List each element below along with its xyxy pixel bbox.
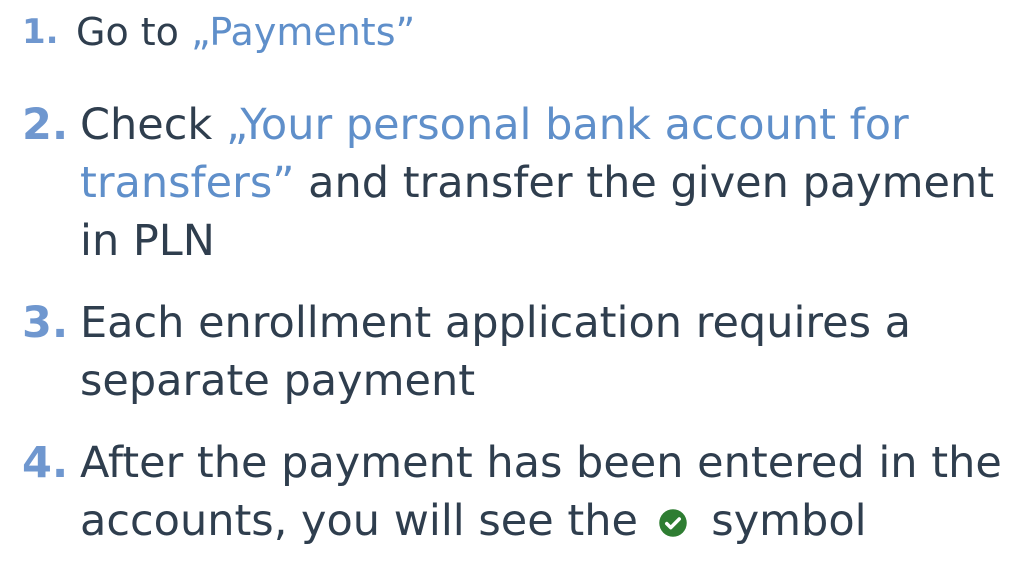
- step-number: 2.: [22, 100, 69, 150]
- step-text: Check „Your personal bank account for tr…: [80, 96, 1033, 270]
- step-number: 4.: [22, 438, 69, 488]
- payments-reference: „Payments”: [191, 10, 416, 54]
- step-2: 2. Check „Your personal bank account for…: [22, 96, 1033, 270]
- step-text: After the payment has been entered in th…: [80, 434, 1033, 550]
- step-1: 1. Go to „Payments”: [22, 4, 1033, 64]
- step-4: 4. After the payment has been entered in…: [22, 434, 1033, 550]
- step-number: 1.: [22, 12, 59, 52]
- step-text: Each enrollment application requires a s…: [80, 298, 912, 406]
- check-circle-icon: [658, 509, 687, 537]
- step-3: 3. Each enrollment application requires …: [22, 294, 1033, 410]
- step-prefix: Check: [80, 100, 226, 150]
- step-number: 3.: [22, 298, 69, 348]
- step-prefix: Go to: [76, 10, 192, 54]
- payment-instructions: 1. Go to „Payments” 2. Check „Your perso…: [22, 4, 1033, 550]
- step-text: Go to „Payments”: [76, 4, 1033, 60]
- step-text-after-icon: symbol: [711, 496, 867, 546]
